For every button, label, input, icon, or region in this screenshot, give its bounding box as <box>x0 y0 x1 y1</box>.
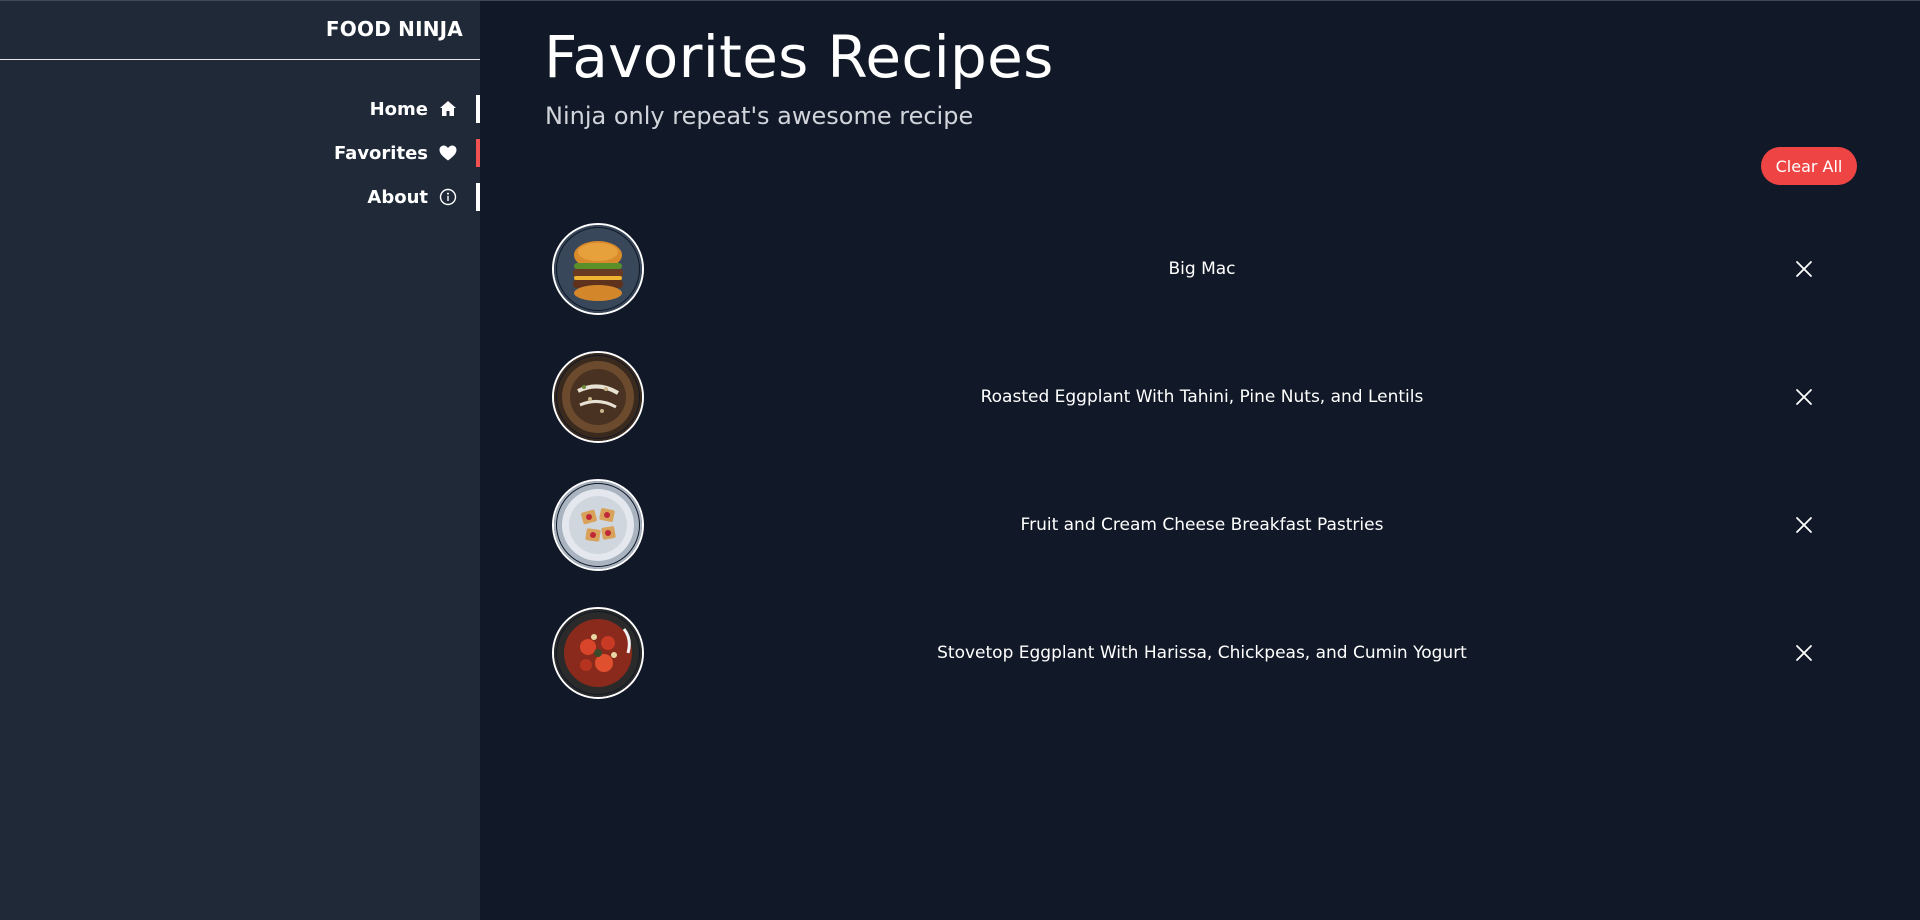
page-subtitle: Ninja only repeat's awesome recipe <box>545 102 974 130</box>
clear-all-button[interactable]: Clear All <box>1761 147 1857 185</box>
favorites-list: Big Mac Roasted Eggplant With Tahini, Pi… <box>552 205 1852 717</box>
recipe-name: Stovetop Eggplant With Harissa, Chickpea… <box>937 643 1467 663</box>
heart-icon <box>438 143 458 163</box>
burger-image <box>552 223 644 315</box>
home-icon <box>438 99 458 119</box>
sidebar-item-label: About <box>367 186 428 208</box>
list-item[interactable]: Roasted Eggplant With Tahini, Pine Nuts,… <box>552 333 1852 461</box>
list-item[interactable]: Big Mac <box>552 205 1852 333</box>
remove-favorite-button[interactable] <box>1790 639 1818 667</box>
remove-favorite-button[interactable] <box>1790 255 1818 283</box>
recipe-name: Fruit and Cream Cheese Breakfast Pastrie… <box>1020 515 1384 535</box>
close-icon <box>1796 645 1812 661</box>
page-title: Favorites Recipes <box>544 23 1054 91</box>
sidebar-item-about[interactable]: About <box>0 183 480 211</box>
recipe-name: Big Mac <box>1168 259 1236 279</box>
remove-favorite-button[interactable] <box>1790 383 1818 411</box>
sidebar-item-label: Home <box>369 98 428 120</box>
brand-logo[interactable]: FOOD NINJA <box>0 1 480 60</box>
close-icon <box>1796 517 1812 533</box>
list-item[interactable]: Fruit and Cream Cheese Breakfast Pastrie… <box>552 461 1852 589</box>
list-item[interactable]: Stovetop Eggplant With Harissa, Chickpea… <box>552 589 1852 717</box>
main-content: Favorites Recipes Ninja only repeat's aw… <box>480 1 1920 920</box>
pastries-image <box>552 479 644 571</box>
close-icon <box>1796 389 1812 405</box>
sidebar-item-home[interactable]: Home <box>0 95 480 123</box>
sidebar-item-favorites[interactable]: Favorites <box>0 139 480 167</box>
app: FOOD NINJA Home Favorites About Favorite… <box>0 0 1920 920</box>
recipe-name: Roasted Eggplant With Tahini, Pine Nuts,… <box>980 387 1424 407</box>
sidebar-nav: Home Favorites About <box>0 95 480 211</box>
close-icon <box>1796 261 1812 277</box>
eggplant-tahini-image <box>552 351 644 443</box>
info-icon <box>438 187 458 207</box>
sidebar: FOOD NINJA Home Favorites About <box>0 1 480 920</box>
remove-favorite-button[interactable] <box>1790 511 1818 539</box>
eggplant-harissa-image <box>552 607 644 699</box>
sidebar-item-label: Favorites <box>333 142 428 164</box>
